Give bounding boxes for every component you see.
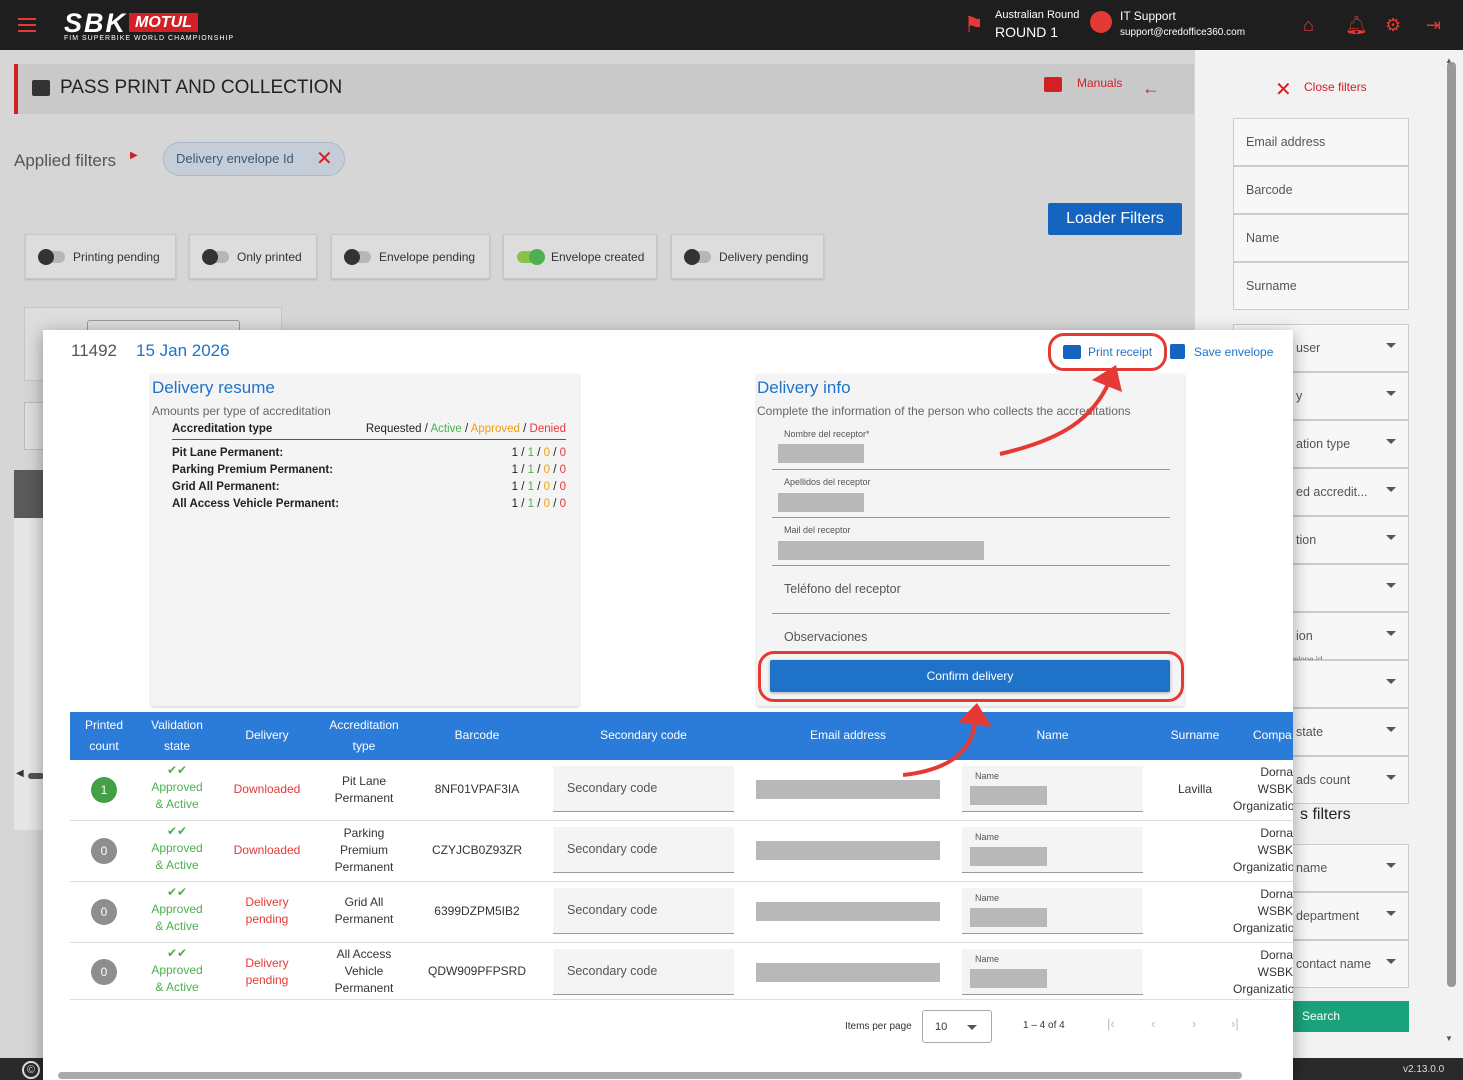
arrow-head-confirm-delivery	[958, 703, 992, 727]
annotation-arrows	[902, 365, 1122, 777]
arrow-to-print-receipt	[999, 374, 1114, 456]
arrow-to-confirm-delivery	[902, 716, 977, 777]
